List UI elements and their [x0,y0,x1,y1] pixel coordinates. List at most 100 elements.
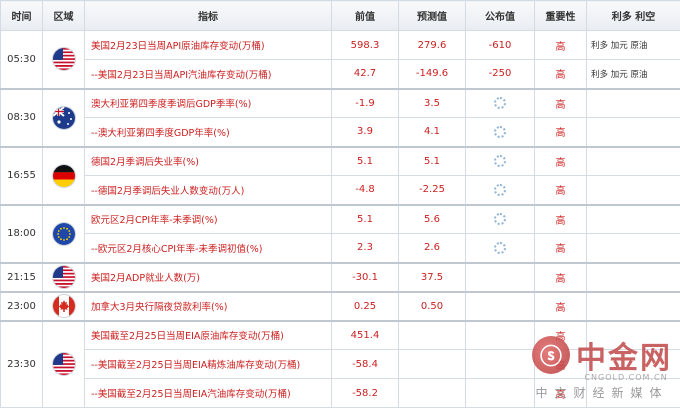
event-time: 23:30 [0,319,43,408]
event-actual [465,145,535,176]
event-effect [586,349,680,379]
event-indicator[interactable]: --澳大利亚第四季度GDP年率(%) [84,117,332,147]
event-previous: -58.2 [331,378,399,408]
event-indicator[interactable]: 美国截至2月25日当周EIA原油库存变动(万桶) [84,319,332,350]
event-effect [586,145,680,176]
event-forecast [398,319,466,350]
event-indicator[interactable]: --美国2月23日当周API汽油库存变动(万桶) [84,59,332,89]
header-previous[interactable]: 前值 [331,0,399,31]
event-previous: 0.25 [331,290,399,321]
event-forecast: 5.1 [398,145,466,176]
event-previous: 42.7 [331,59,399,89]
event-forecast: 2.6 [398,233,466,263]
event-row[interactable]: 16:55 德国2月季调后失业率(%) 5.1 5.1 高 [0,145,680,205]
event-forecast: 5.6 [398,203,466,234]
event-region [42,319,85,408]
event-actual [465,233,535,263]
header-time[interactable]: 时间 [0,0,43,31]
loading-spinner-icon [494,213,506,226]
event-importance: 高 [534,378,587,408]
event-forecast: 279.6 [398,30,466,60]
event-indicator[interactable]: 加拿大3月央行隔夜贷款利率(%) [84,290,332,321]
event-indicator[interactable]: --美国截至2月25日当周EIA精炼油库存变动(万桶) [84,349,332,379]
event-indicator[interactable]: --欧元区2月核心CPI年率-未季调初值(%) [84,233,332,263]
event-indicator[interactable]: 美国2月23日当周API原油库存变动(万桶) [84,30,332,60]
event-effect [586,319,680,350]
header-importance[interactable]: 重要性 [534,0,587,31]
header-effect[interactable]: 利多 利空 [586,0,680,31]
event-actual [465,319,535,350]
event-row[interactable]: --美国2月23日当周API汽油库存变动(万桶) 42.7 -149.6 -250 高利… [1,59,680,89]
event-indicator[interactable]: 欧元区2月CPI年率-未季调(%) [84,203,332,234]
event-row[interactable]: --德国2月季调后失业人数变动(万人) -4.8 -2.25 高 [1,175,680,205]
event-actual: -610 [465,30,535,60]
event-previous: 5.1 [331,145,399,176]
event-row[interactable]: 23:00 加拿大3月央行隔夜贷款利率(%) 0.25 0.50 高 [0,290,680,321]
event-actual [465,261,535,292]
us-flag-icon [51,352,76,377]
calendar-table: 时间 区域 指标 前值 预测值 公布值 重要性 利多 利空 05:30 美国2月2… [0,0,680,408]
event-forecast: 0.50 [398,290,466,321]
au-flag-icon [51,105,76,130]
event-effect [586,203,680,234]
ca-flag-icon [51,294,76,318]
event-actual [465,87,535,118]
loading-spinner-icon [494,155,506,168]
event-effect [586,378,680,408]
event-indicator[interactable]: 美国2月ADP就业人数(万) [84,261,332,292]
event-row[interactable]: --美国截至2月25日当周EIA汽油库存变动(万桶) -58.2 高 [1,378,680,408]
event-previous: -30.1 [331,261,399,292]
event-effect [586,261,680,292]
event-time: 16:55 [0,145,43,205]
event-forecast: 4.1 [398,117,466,147]
loading-spinner-icon [494,97,506,110]
event-previous: 451.4 [331,319,399,350]
header-actual[interactable]: 公布值 [465,0,535,31]
event-actual [465,175,535,205]
header-row: 时间 区域 指标 前值 预测值 公布值 重要性 利多 利空 [0,0,680,31]
event-importance: 高 [534,175,587,205]
event-importance: 高 [534,30,587,60]
event-actual: -250 [465,59,535,89]
event-effect [586,87,680,118]
event-time: 08:30 [0,87,43,147]
event-region [42,145,85,205]
event-actual [465,117,535,147]
event-previous: -58.4 [331,349,399,379]
event-actual [465,349,535,379]
header-forecast[interactable]: 预测值 [398,0,466,31]
event-indicator[interactable]: --美国截至2月25日当周EIA汽油库存变动(万桶) [84,378,332,408]
event-indicator[interactable]: --德国2月季调后失业人数变动(万人) [84,175,332,205]
event-importance: 高 [534,349,587,379]
event-effect: 利多 加元 原油 [586,59,680,89]
de-flag-icon [51,163,76,188]
event-forecast: 37.5 [398,261,466,292]
calendar-body: 05:30 美国2月23日当周API原油库存变动(万桶) 598.3 279.6 -61… [0,30,680,408]
header-region[interactable]: 区域 [42,0,85,31]
event-effect [586,290,680,321]
event-row[interactable]: --欧元区2月核心CPI年率-未季调初值(%) 2.3 2.6 高 [1,233,680,263]
event-forecast: -2.25 [398,175,466,205]
event-indicator[interactable]: 德国2月季调后失业率(%) [84,145,332,176]
event-importance: 高 [534,145,587,176]
event-row[interactable]: 18:00 欧元区2月CPI年率-未季调(%) 5.1 5.6 高 [0,203,680,263]
event-indicator[interactable]: 澳大利亚第四季度季调后GDP季率(%) [84,87,332,118]
us-flag-icon [51,47,76,72]
event-time: 21:15 [0,261,43,292]
event-row[interactable]: --澳大利亚第四季度GDP年率(%) 3.9 4.1 高 [1,117,680,147]
event-actual [465,290,535,321]
event-row[interactable]: 21:15 美国2月ADP就业人数(万) -30.1 37.5 高 [0,261,680,292]
event-row[interactable]: 05:30 美国2月23日当周API原油库存变动(万桶) 598.3 279.6 -61… [0,30,680,89]
event-actual [465,203,535,234]
event-region [42,290,85,321]
header-indicator[interactable]: 指标 [84,0,332,31]
event-row[interactable]: 23:30 美国截至2月25日当周EIA原油库存变动(万桶) 451.4 高 [0,319,680,408]
loading-spinner-icon [494,241,506,254]
event-row[interactable]: 08:30 澳大利亚第四季度季调后GDP季率(%) -1.9 3.5 高 [0,87,680,147]
event-forecast [398,349,466,379]
event-importance: 高 [534,290,587,321]
event-row[interactable]: --美国截至2月25日当周EIA精炼油库存变动(万桶) -58.4 高 [1,349,680,379]
event-previous: -1.9 [331,87,399,118]
eu-flag-icon [51,221,76,246]
loading-spinner-icon [494,183,506,196]
